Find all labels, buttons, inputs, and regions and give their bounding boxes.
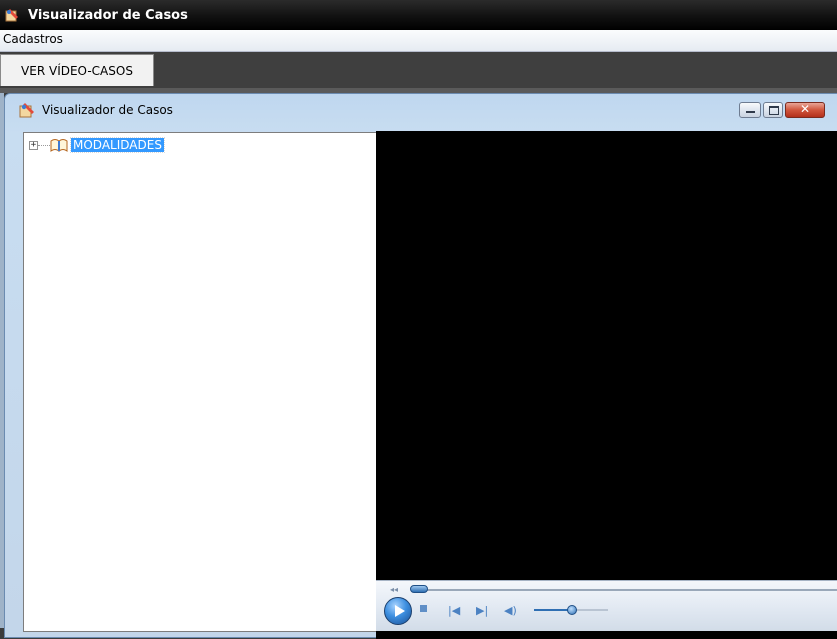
play-icon <box>395 605 405 617</box>
tree-connector <box>38 144 50 146</box>
minimize-icon <box>746 111 755 113</box>
tab-label: VER VÍDEO-CASOS <box>21 63 133 78</box>
menu-bar: Cadastros <box>0 30 837 52</box>
seek-thumb[interactable] <box>410 585 428 593</box>
child-title-bar[interactable]: Visualizador de Casos <box>5 94 837 126</box>
next-icon[interactable]: ▶| <box>476 604 488 617</box>
volume-icon[interactable]: ◀) <box>504 604 517 617</box>
book-icon <box>50 139 68 152</box>
volume-thumb[interactable] <box>567 605 577 615</box>
maximize-button[interactable] <box>763 102 783 118</box>
tree-node-label: MODALIDADES <box>70 137 165 153</box>
video-player[interactable] <box>376 131 837 639</box>
app-icon <box>19 103 34 118</box>
app-icon <box>5 9 18 22</box>
close-icon: ✕ <box>799 102 811 116</box>
tree-node-modalidades[interactable]: + MODALIDADES <box>29 137 165 153</box>
play-button[interactable] <box>384 597 412 625</box>
expand-icon[interactable]: + <box>29 140 38 150</box>
previous-icon[interactable]: |◀ <box>448 604 460 617</box>
seek-bar[interactable] <box>412 589 837 591</box>
app-title: Visualizador de Casos <box>28 7 188 23</box>
stop-icon[interactable] <box>420 605 427 612</box>
tree-view[interactable]: + MODALIDADES <box>23 132 379 632</box>
tab-ver-video-casos[interactable]: VER VÍDEO-CASOS <box>0 54 154 86</box>
app-title-bar: Visualizador de Casos <box>0 0 837 30</box>
minimize-button[interactable] <box>739 102 761 118</box>
player-controls: ◂◂ |◀ ▶| ◀) <box>376 580 837 631</box>
tab-strip: VER VÍDEO-CASOS <box>0 52 837 88</box>
rewind-icon[interactable]: ◂◂ <box>390 585 398 594</box>
close-button[interactable]: ✕ <box>785 102 825 118</box>
child-window-title: Visualizador de Casos <box>42 103 173 117</box>
menu-cadastros[interactable]: Cadastros <box>1 32 65 46</box>
maximize-icon <box>769 106 779 115</box>
